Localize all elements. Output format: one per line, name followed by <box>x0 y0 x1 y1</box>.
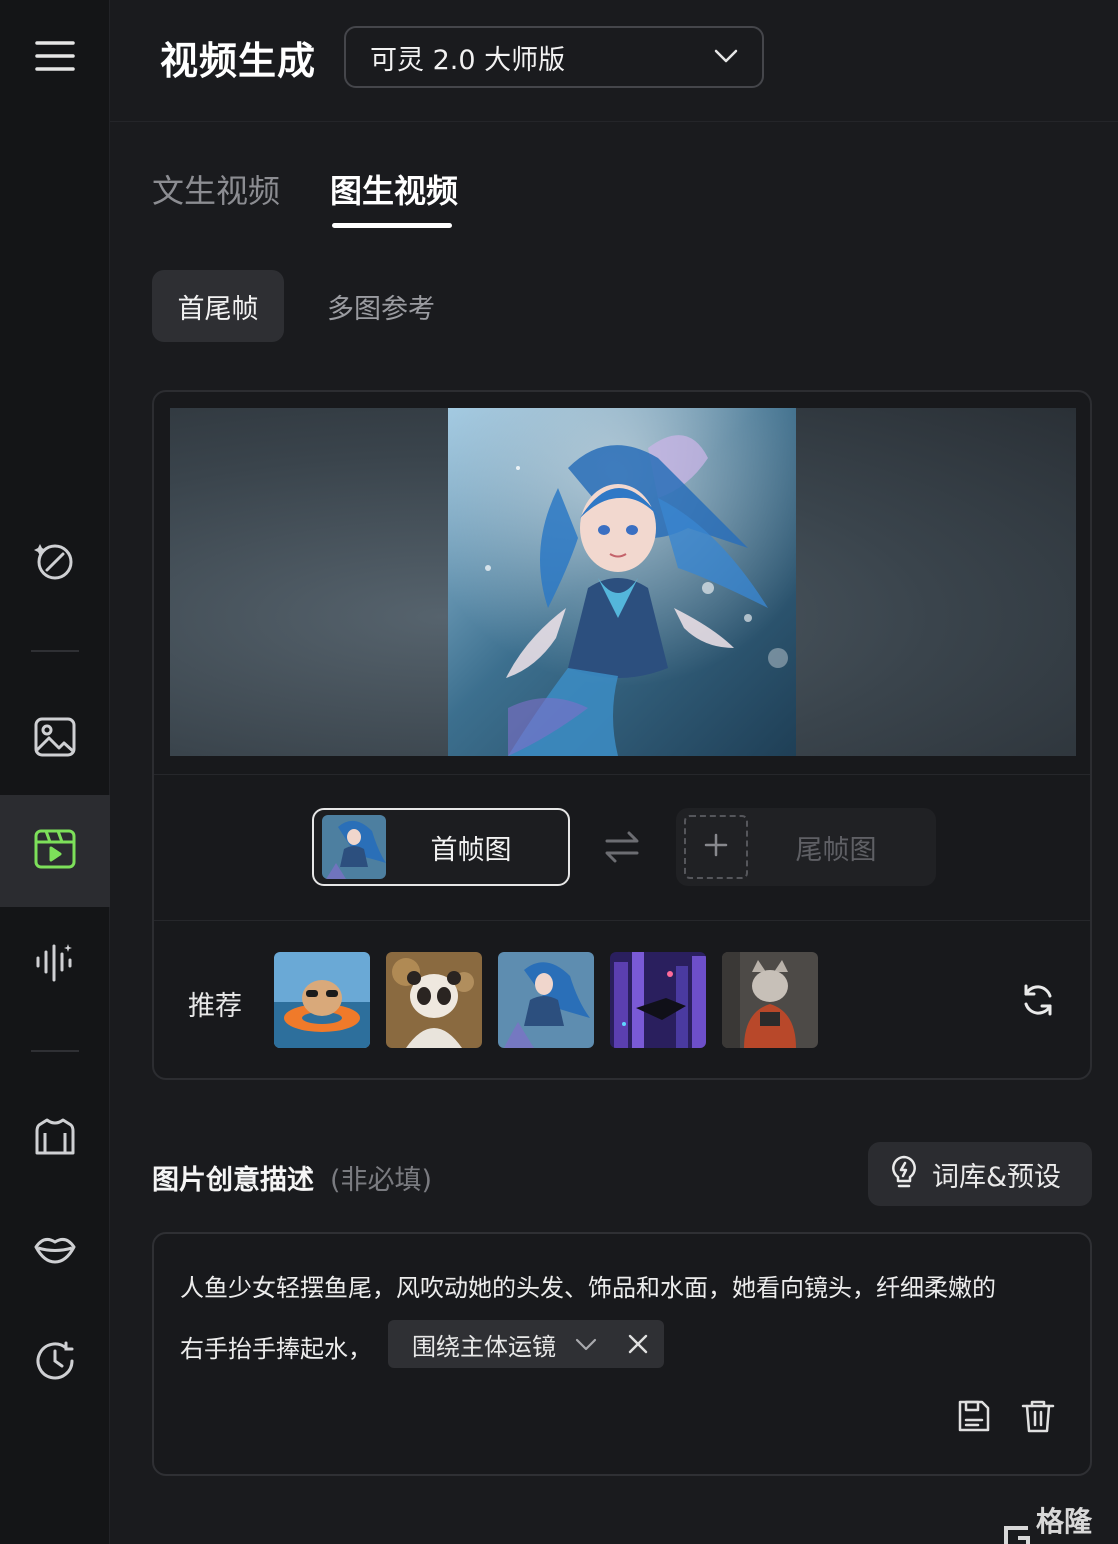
recommend-label: 推荐 <box>188 991 242 1022</box>
sidebar-item-history[interactable] <box>0 1307 110 1419</box>
tab-text-to-video[interactable]: 文生视频 <box>152 166 280 212</box>
library-preset-label: 词库&预设 <box>932 1161 1062 1193</box>
sidebar-item-image[interactable] <box>0 683 110 795</box>
recommend-thumb-hamster[interactable] <box>274 952 370 1048</box>
page-title: 视频生成 <box>160 39 317 83</box>
recommend-thumb-mermaid[interactable] <box>498 952 594 1048</box>
subtab-first-last-frame[interactable]: 首尾帧 <box>152 270 284 342</box>
lips-icon <box>34 1234 76 1268</box>
shirt-icon <box>35 1117 75 1161</box>
audio-wave-icon <box>34 940 76 986</box>
refresh-recommend-icon[interactable] <box>1020 982 1056 1022</box>
upload-card: 首帧图 尾帧图 推荐 <box>152 390 1092 1080</box>
recommend-thumb-cyber-city[interactable] <box>610 952 706 1048</box>
close-icon[interactable] <box>626 1332 650 1360</box>
sidebar-item-outfit[interactable] <box>0 1083 110 1195</box>
recommend-thumb-panda[interactable] <box>386 952 482 1048</box>
first-frame-thumbnail <box>322 815 386 879</box>
tab-active-indicator <box>332 223 452 228</box>
plus-icon <box>704 833 728 861</box>
chevron-down-icon <box>714 48 738 67</box>
last-frame-label: 尾帧图 <box>795 834 877 866</box>
camera-motion-chip[interactable]: 围绕主体运镜 <box>388 1320 664 1368</box>
trash-icon[interactable] <box>1020 1398 1056 1438</box>
save-icon[interactable] <box>956 1398 992 1438</box>
camera-motion-chip-label: 围绕主体运镜 <box>412 1332 556 1361</box>
add-last-frame[interactable] <box>684 815 748 879</box>
description-text-line2: 右手抬手捧起水， <box>180 1335 372 1363</box>
library-preset-button[interactable]: 词库&预设 <box>868 1142 1092 1206</box>
model-select-dropdown[interactable]: 可灵 2.0 大师版 <box>344 26 764 88</box>
sidebar-divider <box>31 1050 79 1052</box>
sidebar-divider <box>31 650 79 652</box>
hamburger-menu-icon <box>34 39 76 77</box>
description-title: 图片创意描述 <box>152 1165 314 1196</box>
sidebar-item-lipsync[interactable] <box>0 1195 110 1307</box>
chevron-down-icon[interactable] <box>574 1332 598 1360</box>
mermaid-preview-image <box>448 408 796 756</box>
recommend-thumb-cat[interactable] <box>722 952 818 1048</box>
last-frame-button[interactable]: 尾帧图 <box>676 808 936 886</box>
description-textarea[interactable]: 人鱼少女轻摆鱼尾，风吹动她的头发、饰品和水面，她看向镜头，纤细柔嫩的 右手抬手捧… <box>152 1232 1092 1476</box>
watermark-text: 格隆汇 <box>1036 1505 1093 1538</box>
header: 视频生成 可灵 2.0 大师版 <box>110 0 1118 122</box>
sidebar-item-video[interactable] <box>0 795 110 907</box>
video-clapper-icon <box>34 829 76 873</box>
model-select-label: 可灵 2.0 大师版 <box>370 44 566 76</box>
swap-frames-icon[interactable] <box>604 830 640 868</box>
image-icon <box>34 717 76 761</box>
watermark: 格隆汇 <box>1000 1500 1118 1544</box>
tab-image-to-video[interactable]: 图生视频 <box>330 166 458 212</box>
menu-button[interactable] <box>0 2 110 114</box>
subtab-multi-image-reference[interactable]: 多图参考 <box>308 270 454 342</box>
card-divider <box>154 774 1090 775</box>
description-optional-hint: (非必填) <box>330 1165 433 1196</box>
first-frame-button[interactable]: 首帧图 <box>312 808 570 886</box>
sidebar-item-audio[interactable] <box>0 907 110 1019</box>
image-preview <box>170 408 1076 756</box>
card-divider <box>154 920 1090 921</box>
sidebar-item-magic[interactable] <box>0 506 110 618</box>
magic-sparkle-icon <box>33 538 77 586</box>
watermark-logo-icon <box>1000 1522 1032 1544</box>
first-frame-label: 首帧图 <box>430 834 512 866</box>
sidebar <box>0 0 110 1544</box>
history-clock-icon <box>34 1340 76 1386</box>
lightbulb-icon <box>890 1155 918 1193</box>
description-text-line1: 人鱼少女轻摆鱼尾，风吹动她的头发、饰品和水面，她看向镜头，纤细柔嫩的 <box>180 1274 996 1302</box>
